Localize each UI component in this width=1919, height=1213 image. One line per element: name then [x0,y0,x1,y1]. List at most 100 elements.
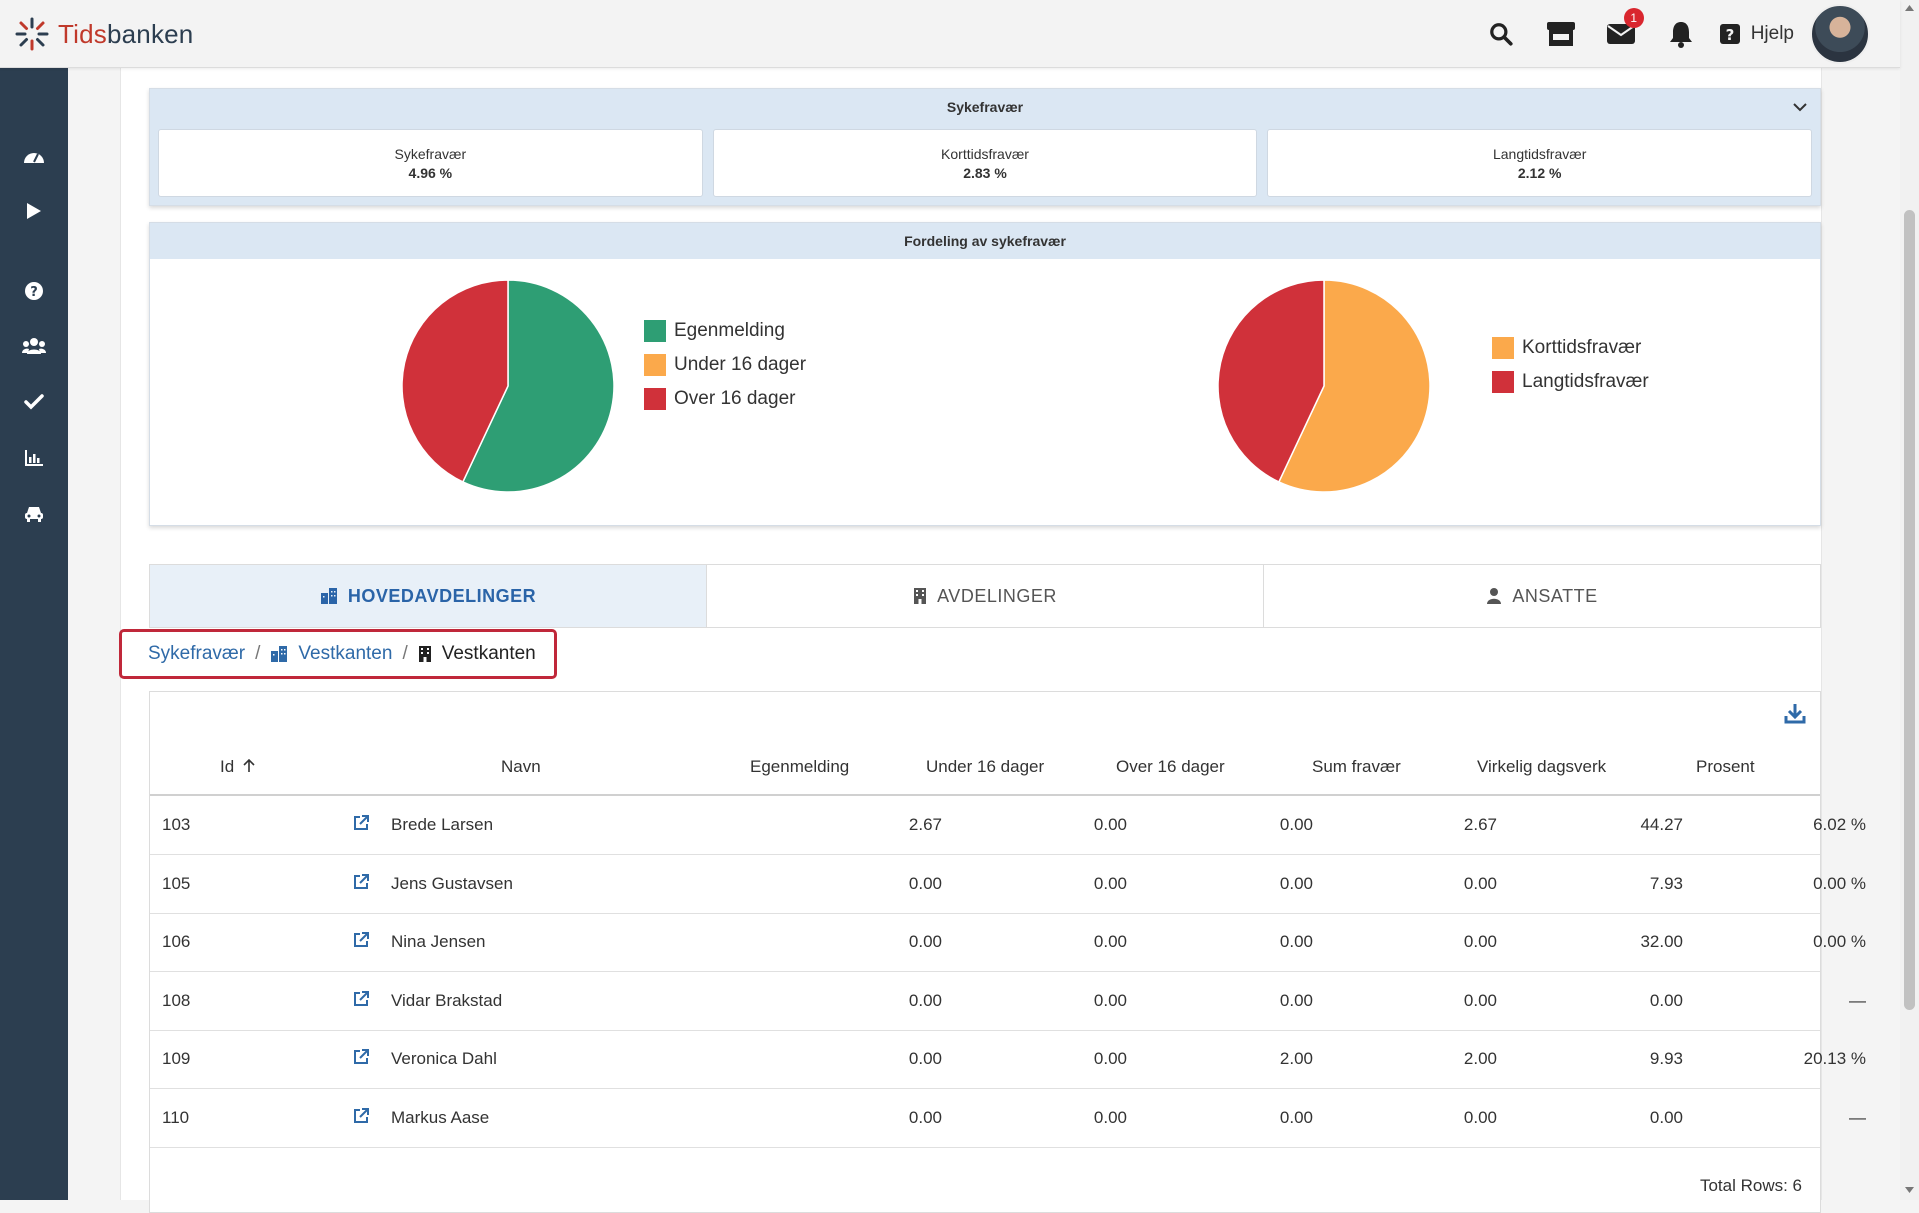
cell-value: 0.00 % [1813,932,1866,952]
check-icon[interactable] [0,382,68,422]
help-icon: ? [1719,23,1740,44]
chart-icon[interactable] [0,438,68,478]
cell-navn: Veronica Dahl [391,1049,497,1069]
external-link-icon[interactable] [352,931,370,954]
col-header-navn[interactable]: Navn [501,757,541,777]
car-icon[interactable] [0,494,68,534]
tab-label: AVDELINGER [937,585,1057,606]
cell-value: 0.00 % [1813,873,1866,893]
breadcrumb-current: Vestkanten [441,643,536,664]
legend-label: Langtidsfravær [1522,371,1649,392]
col-header-sum[interactable]: Sum fravær [1312,757,1401,777]
tab-label: HOVEDAVDELINGER [347,585,537,606]
external-link-icon[interactable] [352,814,370,837]
table-row[interactable]: 105 Jens Gustavsen 0.00 0.00 0.00 0.00 7.93 0.0… [150,855,1866,914]
col-header-dagsverk[interactable]: Virkelig dagsverk [1477,757,1606,777]
col-header-label: Id [220,757,235,776]
table-row[interactable]: 103 Brede Larsen 2.67 0.00 0.00 2.67 44.27 6.02… [150,796,1866,855]
svg-text:?: ? [30,285,38,300]
cell-id: 103 [162,815,191,834]
cell-value: 44.27 [1640,815,1683,834]
external-link-icon[interactable] [352,873,370,896]
col-header-id[interactable]: Id [220,757,255,777]
cell-value: — [1849,990,1866,1010]
tab-hovedavdelinger[interactable]: HOVEDAVDELINGER [150,565,707,627]
help-label: Hjelp [1750,22,1794,44]
question-icon[interactable]: ? [0,271,68,311]
cell-value: 0.00 [1463,932,1497,952]
building-group-icon [320,588,337,604]
external-link-icon[interactable] [352,1107,370,1130]
summary-header[interactable]: Sykefravær [150,89,1820,125]
avatar[interactable] [1810,3,1870,64]
cell-value: 0.00 [1463,1108,1497,1127]
legend-label: Egenmelding [674,320,785,341]
bell-icon[interactable] [1651,0,1711,67]
legend-swatch [1492,337,1514,359]
tab-avdelinger[interactable]: AVDELINGER [707,565,1264,627]
table-row[interactable]: 110 Markus Aase 0.00 0.00 0.00 0.00 0.00 — [150,1089,1866,1148]
play-icon[interactable] [0,191,68,231]
store-icon[interactable] [1531,0,1591,67]
logo-text: Tidsbanken [58,19,193,50]
help-button[interactable]: ? Hjelp [1711,0,1810,67]
col-header-egenmelding[interactable]: Egenmelding [750,757,849,777]
stat-label: Sykefravær [394,145,467,162]
cell-value: 2.67 [1463,815,1497,834]
cell-value: 0.00 [1093,990,1127,1010]
col-header-over16[interactable]: Over 16 dager [1116,757,1225,777]
table-row[interactable]: 106 Nina Jensen 0.00 0.00 0.00 0.00 32.00 0.00 … [150,913,1866,973]
search-icon[interactable] [1471,0,1531,67]
legend-label: Over 16 dager [674,388,796,409]
cell-id: 105 [162,873,191,893]
users-icon[interactable] [0,326,68,366]
tab-ansatte[interactable]: ANSATTE [1264,565,1820,627]
pie-chart-varighet [1217,279,1431,493]
stat-value: 2.83 % [963,164,1007,181]
download-icon[interactable] [1784,702,1806,729]
total-rows: Total Rows: 6 [1699,1176,1802,1195]
building-group-icon [271,646,288,662]
table-row[interactable]: 109 Veronica Dahl 0.00 0.00 2.00 2.00 9.93 20.1… [150,1030,1866,1090]
legend-item: Under 16 dager [644,348,806,382]
cell-value: 0.00 [1279,990,1313,1010]
cell-value: — [1849,1108,1866,1127]
cell-value: 0.00 [908,1108,942,1127]
col-header-prosent[interactable]: Prosent [1696,757,1755,777]
logo[interactable]: Tidsbanken [14,14,193,54]
mail-icon[interactable]: 1 [1591,0,1651,67]
cell-value: 20.13 % [1803,1049,1866,1069]
dashboard-icon[interactable] [0,136,68,176]
table-row[interactable]: 108 Vidar Brakstad 0.00 0.00 0.00 0.00 0.00 — [150,972,1866,1031]
tab-bar: HOVEDAVDELINGER AVDELINGER ANSATTE [149,564,1821,628]
breadcrumb-root-link[interactable]: Sykefravær [148,643,245,665]
legend-swatch [644,320,666,342]
legend-swatch [644,388,666,410]
scrollbar[interactable] [1900,0,1919,1200]
cell-navn: Markus Aase [391,1108,490,1127]
legend-fravaerstype: Egenmelding Under 16 dager Over 16 dager [644,314,806,416]
logo-text-suffix: banken [106,18,194,49]
cell-value: 7.93 [1649,873,1683,893]
breadcrumb-separator: / [402,643,408,664]
distribution-title: Fordeling av sykefravær [904,233,1066,249]
scroll-down-icon[interactable] [1904,1186,1915,1194]
cell-value: 0.00 [1093,815,1127,834]
employee-table: Id Navn Egenmelding Under 16 dager Over … [149,691,1866,1213]
chevron-down-icon[interactable] [1792,101,1808,113]
scrollbar-thumb[interactable] [1904,210,1915,1010]
cell-value: 0.00 [1463,990,1497,1010]
distribution-header: Fordeling av sykefravær [150,223,1820,259]
cell-value: 0.00 [908,932,942,952]
cell-value: 2.00 [1279,1049,1313,1069]
external-link-icon[interactable] [352,1048,370,1071]
scroll-up-icon[interactable] [1904,4,1915,12]
cell-id: 106 [162,932,191,952]
cell-id: 109 [162,1049,191,1069]
breadcrumb-level1-link[interactable]: Vestkanten [298,643,392,665]
svg-text:?: ? [1725,26,1734,44]
legend-item: Korttidsfravær [1492,331,1649,365]
cell-id: 108 [162,990,191,1010]
external-link-icon[interactable] [352,990,370,1013]
col-header-under16[interactable]: Under 16 dager [926,757,1044,777]
